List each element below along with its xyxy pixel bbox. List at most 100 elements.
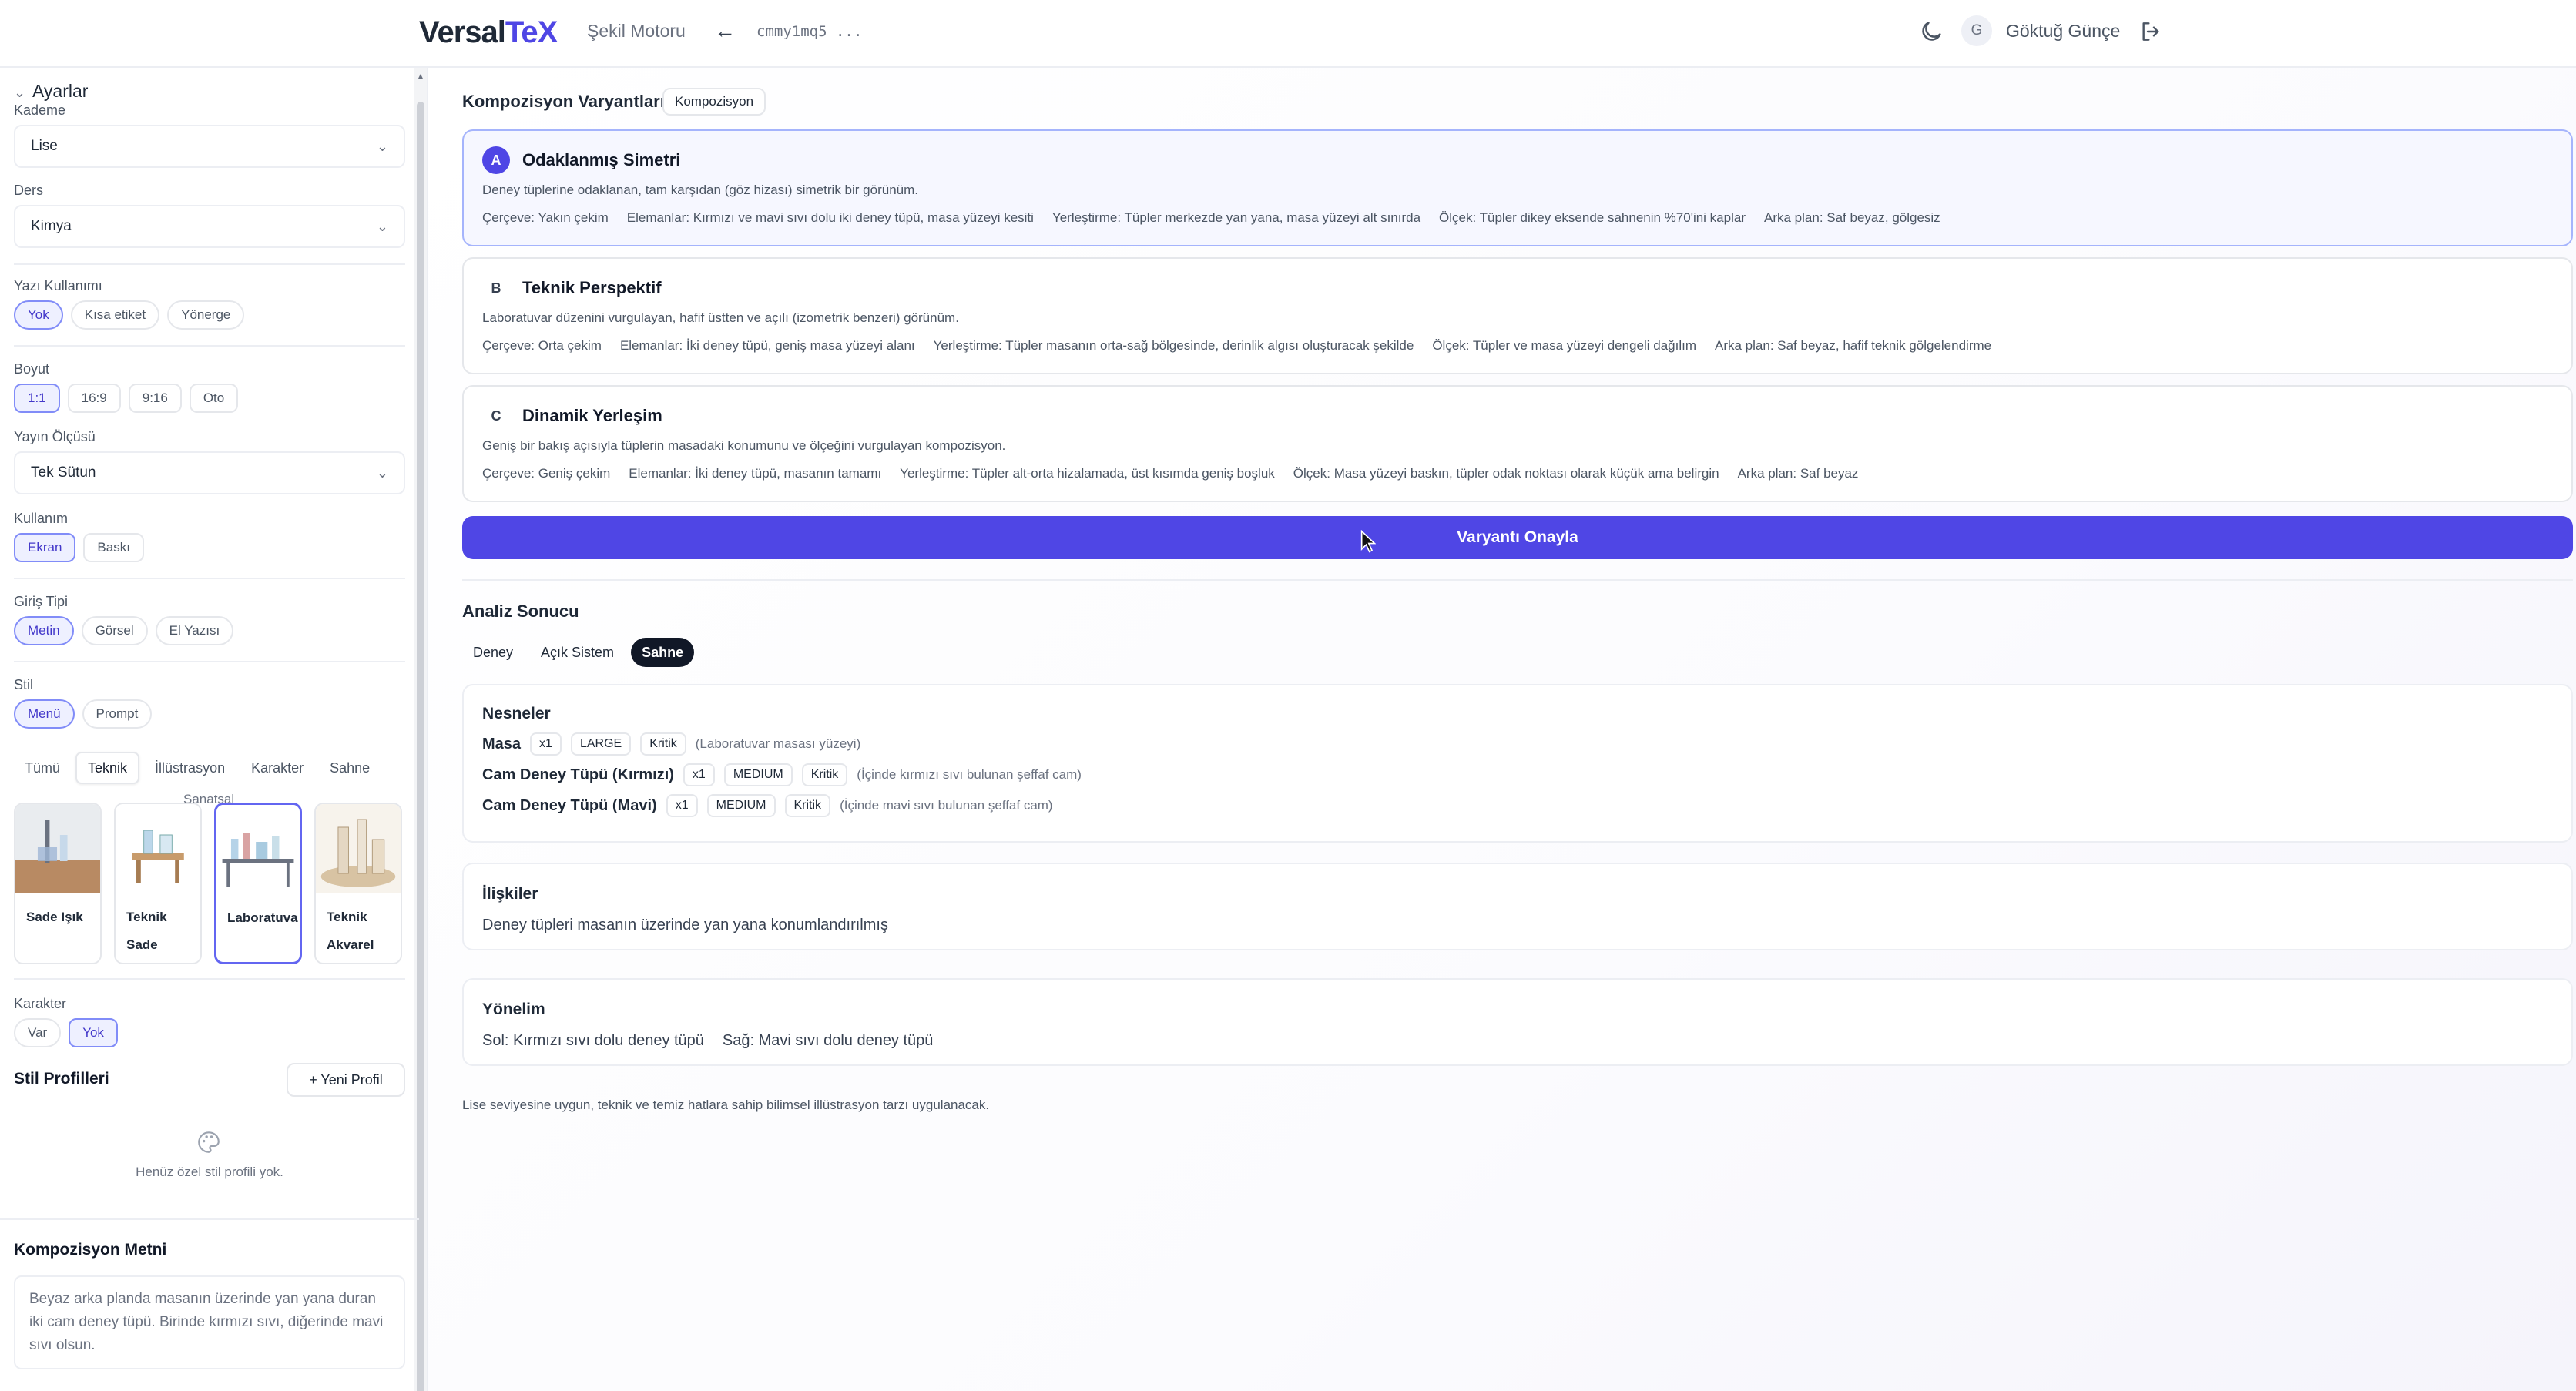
orientation-title: Yönelim (482, 1001, 545, 1018)
divider (14, 263, 405, 265)
style-cards: Sade Işık Teknik Sade Laboratuva Teknik … (14, 803, 402, 964)
style-tab-tumu[interactable]: Tümü (14, 752, 71, 784)
moon-icon[interactable] (1918, 18, 1944, 45)
yazi-kullanimi-options: Yok Kısa etiket Yönerge (14, 300, 245, 330)
variants-badge: Kompozisyon (662, 88, 766, 116)
karakter-options: Var Yok (14, 1018, 118, 1047)
style-tab-karakter[interactable]: Karakter (240, 752, 314, 784)
analysis-title: Analiz Sonucu (462, 602, 579, 621)
chevron-down-icon: ⌄ (376, 139, 388, 154)
mouse-cursor-icon (1360, 530, 1376, 553)
priority-tag: Kritik (801, 763, 848, 786)
option-kisa-etiket[interactable]: Kısa etiket (70, 300, 160, 330)
variant-attributes: Çerçeve: Geniş çekim Elemanlar: İki deney… (482, 466, 1859, 481)
nav-sekil-motoru[interactable]: Şekil Motoru (587, 18, 686, 43)
option-prompt[interactable]: Prompt (82, 699, 153, 729)
yayin-olcusu-select[interactable]: Tek Sütun ⌄ (14, 451, 405, 494)
option-karakter-yok[interactable]: Yok (69, 1018, 118, 1047)
variants-title: Kompozisyon Varyantları (462, 92, 665, 111)
giris-tipi-options: Metin Görsel El Yazısı (14, 616, 234, 645)
variant-description: Laboratuvar düzenini vurgulayan, hafif ü… (482, 310, 959, 325)
boyut-options: 1:1 16:9 9:16 Oto (14, 384, 239, 413)
divider (14, 345, 405, 347)
option-metin[interactable]: Metin (14, 616, 74, 645)
variant-letter: A (482, 146, 510, 174)
option-yok[interactable]: Yok (14, 300, 63, 330)
back-arrow-icon[interactable]: ← (713, 17, 736, 45)
style-thumbnail (116, 804, 200, 893)
style-tab-illustrasyon[interactable]: İllüstrasyon (144, 752, 236, 784)
new-profile-button[interactable]: + Yeni Profil (287, 1063, 405, 1097)
main-content: Kompozisyon Varyantları Kompozisyon A Od… (428, 68, 2576, 1391)
option-var[interactable]: Var (14, 1018, 62, 1047)
relations-panel: İlişkiler Deney tüpleri masanın üzerinde… (462, 863, 2573, 950)
user-name[interactable]: Göktuğ Günçe (2006, 18, 2120, 43)
scrollbar-thumb[interactable] (417, 102, 424, 1391)
option-16-9[interactable]: 16:9 (67, 384, 121, 413)
tab-deney[interactable]: Deney (462, 638, 524, 667)
option-yonerge[interactable]: Yönerge (167, 300, 245, 330)
ders-label: Ders (14, 183, 44, 198)
avatar[interactable]: G (1961, 15, 1992, 46)
style-card-sade-isik[interactable]: Sade Işık (14, 803, 102, 964)
app-logo[interactable]: VersalTeX (419, 12, 558, 52)
style-card-laboratuvar[interactable]: Laboratuva (214, 803, 302, 964)
sidebar-scrollbar[interactable]: ▲ (414, 68, 427, 1391)
plus-icon: + (309, 1072, 321, 1088)
style-tab-teknik[interactable]: Teknik (75, 752, 140, 784)
priority-tag: Kritik (640, 732, 686, 756)
option-el-yazisi[interactable]: El Yazısı (155, 616, 234, 645)
objects-panel: Nesneler Masa x1 LARGE Kritik (Laboratuv… (462, 684, 2573, 843)
count-tag: x1 (666, 794, 698, 817)
variant-description: Geniş bir bakış açısıyla tüplerin masada… (482, 438, 1006, 453)
divider (462, 579, 2573, 581)
divider (14, 978, 405, 980)
relations-title: İlişkiler (482, 885, 538, 903)
count-tag: x1 (683, 763, 715, 786)
list-item: Cam Deney Tüpü (Mavi) x1 MEDIUM Kritik (… (482, 792, 1053, 820)
kullanim-options: Ekran Baskı (14, 533, 144, 562)
variant-name: Teknik Perspektif (522, 278, 662, 297)
stil-label: Stil (14, 677, 34, 692)
scroll-up-icon[interactable]: ▲ (416, 71, 425, 82)
style-thumbnail (216, 805, 300, 894)
option-gorsel[interactable]: Görsel (81, 616, 148, 645)
count-tag: x1 (530, 732, 562, 756)
option-9-16[interactable]: 9:16 (128, 384, 182, 413)
approve-variant-button[interactable]: Varyantı Onayla (462, 516, 2573, 559)
logout-icon[interactable] (2138, 18, 2163, 45)
divider (0, 1218, 419, 1220)
option-1-1[interactable]: 1:1 (14, 384, 60, 413)
variant-attributes: Çerçeve: Orta çekim Elemanlar: İki deney … (482, 338, 1992, 353)
tab-acik-sistem[interactable]: Açık Sistem (530, 638, 625, 667)
palette-icon (198, 1131, 220, 1153)
yazi-kullanimi-label: Yazı Kullanımı (14, 278, 102, 293)
variant-letter: B (491, 280, 501, 296)
divider (14, 578, 405, 579)
option-oto[interactable]: Oto (189, 384, 239, 413)
style-footer-note: Lise seviyesine uygun, teknik ve temiz h… (462, 1098, 990, 1112)
tab-sahne[interactable]: Sahne (631, 638, 695, 667)
giris-tipi-label: Giriş Tipi (14, 594, 69, 609)
variant-card-b[interactable]: B Teknik Perspektif Laboratuvar düzenini… (462, 257, 2573, 374)
top-header: VersalTeX Şekil Motoru ← cmmy1mq5 ... G … (0, 0, 2576, 68)
composition-textarea[interactable]: Beyaz arka planda masanın üzerinde yan y… (14, 1275, 405, 1369)
kullanim-label: Kullanım (14, 511, 69, 526)
ders-select[interactable]: Kimya ⌄ (14, 205, 405, 248)
style-card-teknik-sade[interactable]: Teknik Sade (114, 803, 202, 964)
variant-card-a[interactable]: A Odaklanmış Simetri Deney tüplerine oda… (462, 129, 2573, 246)
karakter-label: Karakter (14, 996, 67, 1011)
variant-card-c[interactable]: C Dinamik Yerleşim Geniş bir bakış açısı… (462, 385, 2573, 502)
option-menu[interactable]: Menü (14, 699, 75, 729)
style-tab-sahne[interactable]: Sahne (319, 752, 381, 784)
orientation-panel: Yönelim Sol: Kırmızı sıvı dolu deney tüp… (462, 978, 2573, 1066)
option-baski[interactable]: Baskı (83, 533, 144, 562)
kademe-select[interactable]: Lise ⌄ (14, 125, 405, 168)
size-tag: MEDIUM (706, 794, 776, 817)
variant-name: Odaklanmış Simetri (522, 150, 681, 169)
option-ekran[interactable]: Ekran (14, 533, 76, 562)
chevron-down-icon: ⌄ (376, 219, 388, 234)
list-item: Cam Deney Tüpü (Kırmızı) x1 MEDIUM Kriti… (482, 761, 1082, 789)
style-card-teknik-akvarel[interactable]: Teknik Akvarel (314, 803, 402, 964)
yayin-olcusu-label: Yayın Ölçüsü (14, 429, 96, 444)
